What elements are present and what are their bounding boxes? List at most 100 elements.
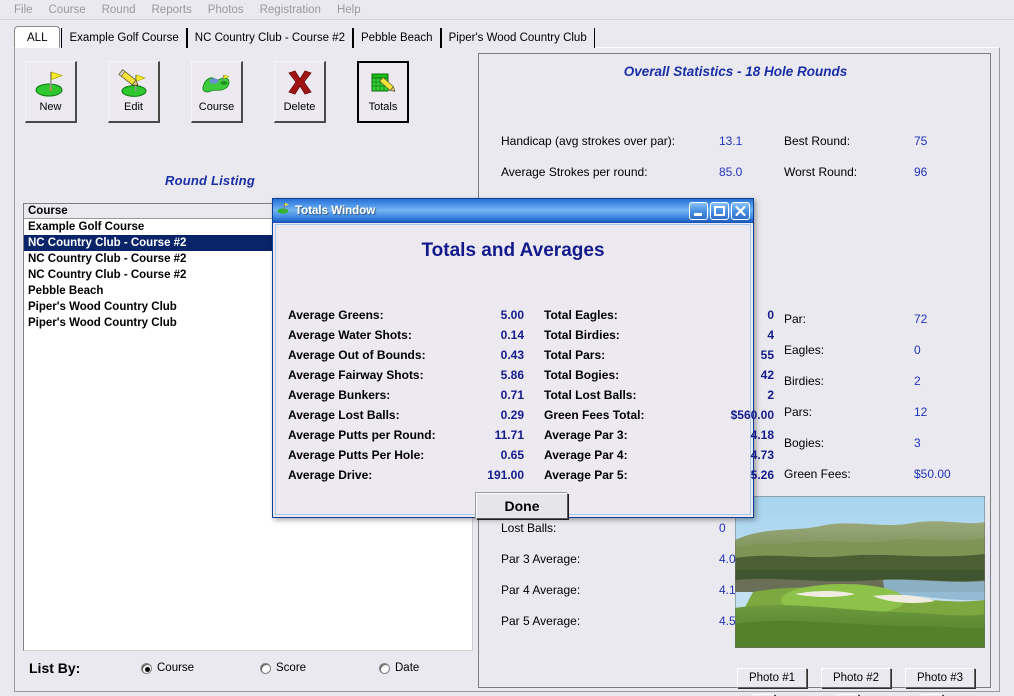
list-by-radio-date[interactable]: Date	[379, 662, 419, 674]
stat-row: Par 5 Average:4.50	[501, 614, 580, 628]
toolbar-button-new[interactable]: New	[25, 61, 77, 123]
done-button[interactable]: Done	[476, 493, 568, 519]
photo-button-2[interactable]: Photo #2	[821, 668, 891, 688]
radio-button-icon[interactable]	[141, 663, 152, 674]
dialog-stat-label: Average Lost Balls:	[288, 408, 400, 422]
dialog-stat-value: 0	[714, 308, 774, 322]
dialog-stat-row: Average Putts per Round:11.71	[288, 428, 436, 442]
course-tab-strip: ALLExample Golf CourseNC Country Club - …	[14, 26, 595, 48]
photo-button-3[interactable]: Photo #3	[905, 668, 975, 688]
list-by-radio-course[interactable]: Course	[141, 662, 194, 674]
dialog-stat-value: 2	[714, 388, 774, 402]
stat-label: Average Strokes per round:	[501, 165, 648, 179]
dialog-stat-label: Average Par 3:	[544, 428, 628, 442]
stat-label: Lost Balls:	[501, 521, 556, 535]
dialog-stat-label: Average Water Shots:	[288, 328, 412, 342]
tab-piper-s-wood-country-club[interactable]: Piper's Wood Country Club	[441, 28, 595, 48]
menu-item-photos[interactable]: Photos	[200, 2, 252, 18]
dialog-stat-label: Average Par 4:	[544, 448, 628, 462]
stat-value: 0	[914, 343, 921, 357]
dialog-stat-row: Average Putts Per Hole:0.65	[288, 448, 424, 462]
dialog-stat-row: Average Out of Bounds:0.43	[288, 348, 426, 362]
radio-label: Score	[276, 662, 306, 674]
dialog-stat-row: Total Lost Balls:2	[544, 388, 636, 402]
stat-row: Par:72	[784, 312, 806, 326]
dialog-stat-row: Average Lost Balls:0.29	[288, 408, 400, 422]
dialog-title-bar[interactable]: Totals Window	[273, 199, 753, 223]
list-by-radio-score[interactable]: Score	[260, 662, 306, 674]
dialog-stat-row: Average Par 4:4.73	[544, 448, 628, 462]
menu-item-help[interactable]: Help	[329, 2, 369, 18]
minimize-icon[interactable]	[689, 202, 708, 220]
maximize-icon[interactable]	[710, 202, 729, 220]
menu-item-course[interactable]: Course	[41, 2, 94, 18]
dialog-stat-label: Total Bogies:	[544, 368, 619, 382]
dialog-heading: Totals and Averages	[276, 240, 750, 262]
stat-row: Eagles:0	[784, 343, 824, 357]
stat-row: Par 4 Average:4.10	[501, 583, 580, 597]
stat-label: Pars:	[784, 405, 812, 419]
stat-row: Bogies:3	[784, 436, 824, 450]
radio-label: Date	[395, 662, 419, 674]
course-map-icon	[199, 67, 235, 99]
dialog-stat-row: Average Drive:191.00	[288, 468, 372, 482]
red-x-icon	[282, 67, 318, 99]
dialog-stat-value: 191.00	[468, 468, 524, 482]
radio-button-icon[interactable]	[260, 663, 271, 674]
dialog-stat-label: Average Fairway Shots:	[288, 368, 424, 382]
stat-label: Handicap (avg strokes over par):	[501, 134, 675, 148]
stat-label: Birdies:	[784, 374, 824, 388]
close-icon[interactable]	[731, 202, 750, 220]
dialog-stat-value: 0.71	[468, 388, 524, 402]
toolbar-button-label: Course	[199, 101, 234, 113]
golf-flag-icon	[277, 201, 291, 220]
stat-row: Worst Round:96	[784, 165, 857, 179]
stat-label: Par 3 Average:	[501, 552, 580, 566]
menu-item-reports[interactable]: Reports	[144, 2, 200, 18]
totals-window-dialog: Totals Window Totals and Averages Averag…	[272, 198, 754, 518]
toolbar-button-delete[interactable]: Delete	[274, 61, 326, 123]
menu-item-file[interactable]: File	[6, 2, 41, 18]
stat-row: Pars:12	[784, 405, 812, 419]
tab-example-golf-course[interactable]: Example Golf Course	[61, 28, 186, 48]
dialog-stat-value: 5.86	[468, 368, 524, 382]
dialog-stat-label: Total Birdies:	[544, 328, 620, 342]
dialog-stat-label: Average Putts Per Hole:	[288, 448, 424, 462]
dialog-stat-row: Average Bunkers:0.71	[288, 388, 390, 402]
overall-statistics-title: Overall Statistics - 18 Hole Rounds	[479, 64, 992, 79]
tab-nc-country-club-course-2[interactable]: NC Country Club - Course #2	[187, 28, 353, 48]
stat-label: Worst Round:	[784, 165, 857, 179]
dialog-stat-row: Average Par 3:4.18	[544, 428, 628, 442]
dialog-stat-label: Green Fees Total:	[544, 408, 644, 422]
dialog-stat-label: Total Lost Balls:	[544, 388, 636, 402]
stat-row: Average Strokes per round:85.0	[501, 165, 648, 179]
toolbar-button-totals[interactable]: Totals	[357, 61, 409, 123]
tab-pebble-beach[interactable]: Pebble Beach	[353, 28, 441, 48]
tab-all[interactable]: ALL	[14, 26, 60, 48]
stat-value: $50.00	[914, 467, 951, 481]
dialog-stat-value: 4.73	[714, 448, 774, 462]
toolbar-button-edit[interactable]: Edit	[108, 61, 160, 123]
dialog-stat-label: Average Out of Bounds:	[288, 348, 426, 362]
list-by-label: List By:	[29, 660, 80, 676]
course-photo	[735, 496, 985, 648]
toolbar-button-label: Edit	[124, 101, 143, 113]
dialog-stat-row: Total Pars:55	[544, 348, 605, 362]
dialog-stat-row: Total Eagles:0	[544, 308, 618, 322]
stat-value: 75	[914, 134, 927, 148]
stat-value: 3	[914, 436, 921, 450]
photo-button-1[interactable]: Photo #1	[737, 668, 807, 688]
dialog-title-text: Totals Window	[295, 205, 687, 217]
dialog-stat-value: 4	[714, 328, 774, 342]
menu-item-round[interactable]: Round	[94, 2, 144, 18]
toolbar-button-course[interactable]: Course	[191, 61, 243, 123]
dialog-stat-row: Average Fairway Shots:5.86	[288, 368, 424, 382]
radio-label: Course	[157, 662, 194, 674]
dialog-stat-value: 5.00	[468, 308, 524, 322]
stat-label: Par:	[784, 312, 806, 326]
dialog-stat-value: $560.00	[714, 408, 774, 422]
menu-bar: FileCourseRoundReportsPhotosRegistration…	[0, 0, 1014, 20]
radio-button-icon[interactable]	[379, 663, 390, 674]
menu-item-registration[interactable]: Registration	[252, 2, 329, 18]
application-window: FileCourseRoundReportsPhotosRegistration…	[0, 0, 1014, 696]
